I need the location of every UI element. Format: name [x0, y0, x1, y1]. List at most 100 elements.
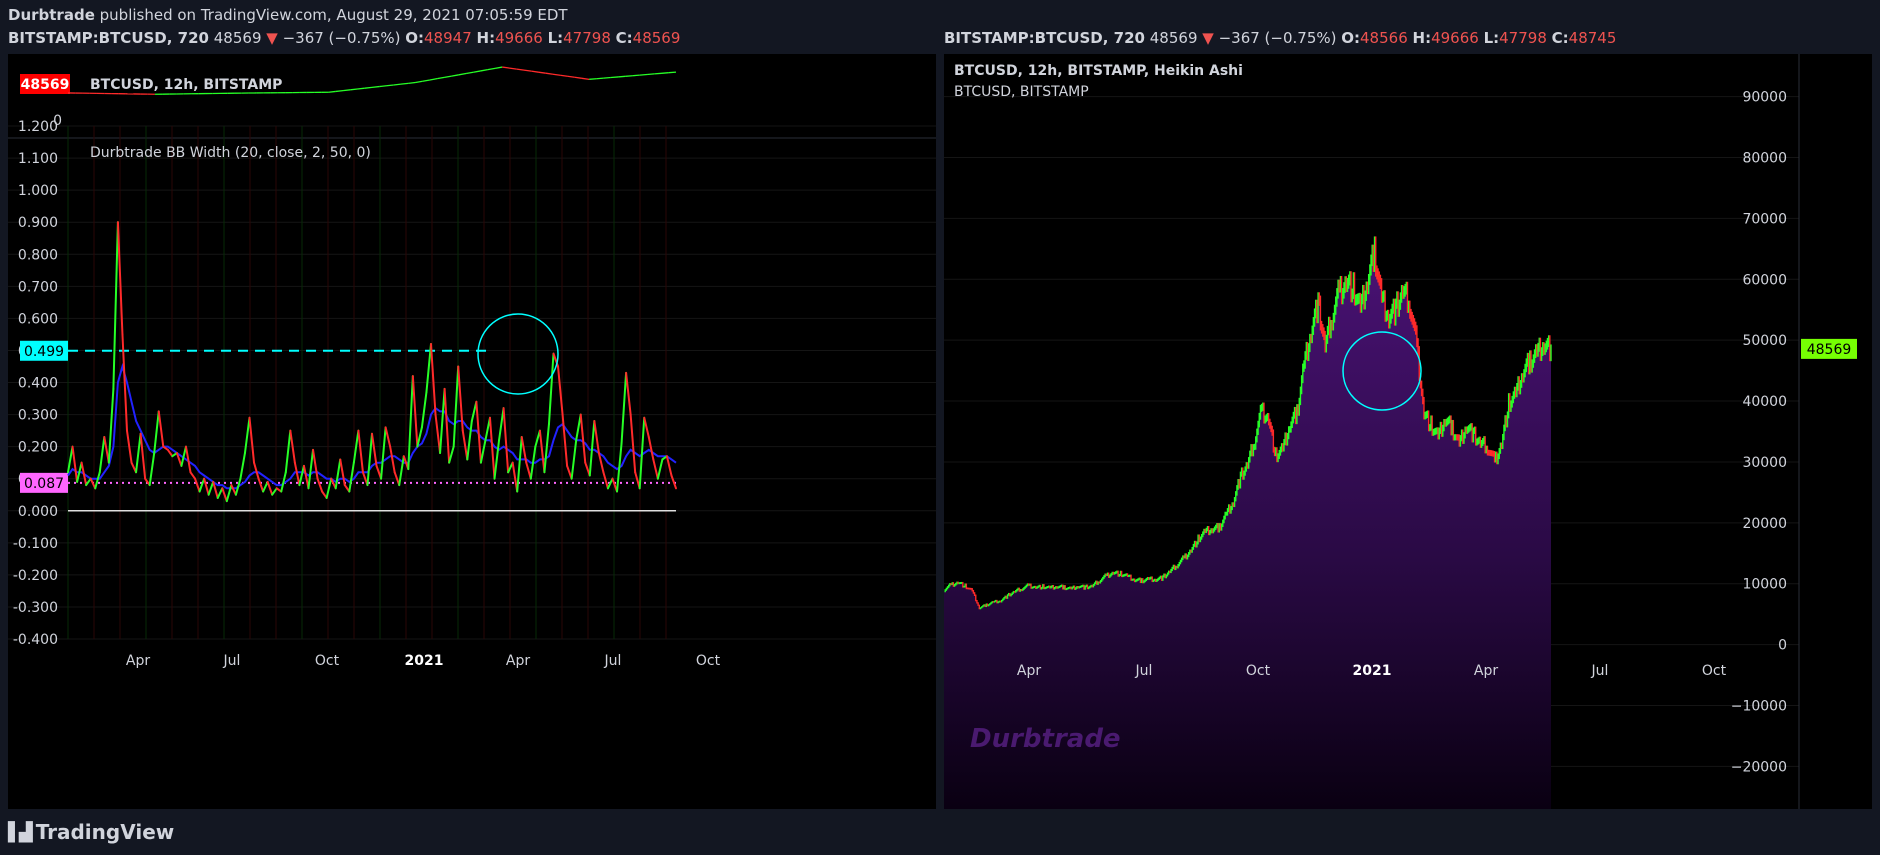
mini-price-segment [610, 76, 619, 79]
y-tick-label: 20000 [1742, 516, 1787, 532]
mini-price-segment [408, 81, 416, 84]
bb-width-segment [570, 439, 578, 480]
y-tick-label: 0.000 [18, 504, 58, 520]
mini-price-segment [364, 86, 373, 89]
x-tick-label: Apr [506, 653, 530, 669]
bb-width-segment [439, 387, 446, 455]
mini-price-segment [516, 68, 525, 71]
bb-width-segment [575, 413, 582, 442]
right-price: 48569 [1149, 29, 1198, 47]
right-pane-title: BTCUSD, 12h, BITSTAMP, Heikin Ashi [954, 63, 1243, 79]
mini-price-segment [400, 82, 409, 85]
bb-width-segment [366, 432, 373, 487]
bb-width-segment [257, 477, 265, 493]
tradingview-brand: TradingView [35, 820, 175, 844]
bb-width-segment [262, 480, 269, 493]
publish-info: Durbtrade published on TradingView.com, … [8, 6, 568, 24]
mini-price-segment [422, 79, 431, 82]
mini-price-segment [552, 73, 561, 76]
y-tick-label: -0.300 [13, 600, 58, 616]
tradingview-logo[interactable]: ▌▟ TradingView [8, 820, 174, 844]
publisher-name[interactable]: Durbtrade [8, 6, 95, 24]
mini-price-segment [342, 89, 351, 92]
x-tick-label: 2021 [405, 653, 444, 669]
mini-price-segment [603, 76, 611, 79]
x-tick-label: Oct [1246, 663, 1271, 679]
mini-price-segment [465, 71, 474, 75]
mini-price-segment [379, 85, 387, 88]
right-change: −367 (−0.75%) [1218, 29, 1337, 47]
mini-price-segment [523, 69, 532, 72]
y-tick-label: 0.300 [18, 408, 58, 424]
price-tag-label: 48569 [1807, 342, 1852, 358]
bb-width-segment [198, 477, 206, 493]
mini-price-segment [473, 70, 481, 73]
mini-price-segment [458, 72, 467, 76]
bb-width-segment [239, 452, 246, 480]
mini-price-segment [581, 77, 590, 80]
right-chart-panel[interactable]: BTCUSD, 12h, BITSTAMP, Heikin Ashi BTCUS… [944, 54, 1872, 809]
mini-price-segment [350, 88, 358, 91]
mini-price-segment [494, 66, 503, 69]
mini-price-segment [545, 72, 554, 75]
close-label: C: [615, 29, 633, 47]
low-label: L: [547, 29, 564, 47]
bb-width-segment [511, 461, 519, 493]
bb-width-segment [443, 387, 451, 464]
y-tick-label: 0.600 [18, 311, 58, 327]
x-tick-label: Jul [1135, 663, 1153, 679]
mini-price-segment [560, 74, 568, 77]
right-close: 48745 [1568, 29, 1617, 47]
bb-width-segment [89, 477, 97, 490]
left-chart-panel[interactable]: 48569 BTCUSD, 12h, BITSTAMP 0 1.200 1.100… [8, 54, 936, 809]
bb-width-segment [380, 426, 387, 480]
left-chart-svg[interactable]: 48569 BTCUSD, 12h, BITSTAMP 0 1.2001.100… [8, 54, 936, 809]
right-chart-svg[interactable]: BTCUSD, 12h, BITSTAMP, Heikin Ashi BTCUS… [944, 54, 1872, 809]
mini-price-segment [393, 83, 402, 86]
indicator-title: Durbtrade BB Width (20, close, 2, 50, 0) [90, 145, 371, 161]
bb-width-segment [620, 371, 628, 445]
bb-width-segment [189, 471, 197, 480]
x-tick-label: Jul [1591, 663, 1609, 679]
bb-width-segment [652, 458, 659, 480]
left-price: 48569 [213, 29, 262, 47]
bb-width-segment [488, 416, 496, 480]
bb-width-segment [207, 480, 215, 496]
bb-width-segment [625, 371, 632, 416]
mini-price-segment [487, 67, 496, 71]
mini-price-segment [668, 71, 677, 74]
y-tick-label: 80000 [1742, 151, 1787, 167]
y-tick-label: 0.200 [18, 440, 58, 456]
y-tick-label: 10000 [1742, 577, 1787, 593]
bb-width-segment [266, 480, 274, 496]
mini-price-segment [596, 77, 604, 80]
y-tick-label: 1.200 [18, 119, 58, 135]
close-label: C: [1551, 29, 1569, 47]
left-high: 49666 [495, 29, 543, 47]
mini-price-segment [386, 84, 394, 87]
bb-width-segment [643, 416, 650, 439]
left-open: 48947 [424, 29, 472, 47]
bb-width-segment [194, 477, 201, 493]
right-low: 47798 [1499, 29, 1547, 47]
mini-price-label: 48569 [21, 77, 70, 93]
bb-width-segment [371, 432, 378, 467]
mini-price-segment [444, 75, 452, 79]
x-tick-label: Oct [1702, 663, 1727, 679]
y-tick-label: 30000 [1742, 455, 1787, 471]
bb-width-segment [348, 461, 355, 493]
bb-width-segment [502, 407, 510, 474]
bb-width-segment [538, 429, 546, 474]
bb-width-segment [307, 448, 315, 490]
y-tick-label: 40000 [1742, 394, 1787, 410]
bb-width-segment [479, 439, 487, 464]
bb-width-segment [498, 407, 505, 442]
mini-price-segment [574, 76, 582, 79]
mini-pane-title: BTCUSD, 12h, BITSTAMP [90, 77, 282, 93]
x-tick-label: Apr [1017, 663, 1041, 679]
y-tick-label: −10000 [1731, 698, 1787, 714]
bb-width-segment [448, 445, 455, 464]
bb-width-segment [656, 458, 664, 480]
down-arrow-icon: ▼ [1202, 29, 1214, 47]
bb-width-segment [157, 410, 165, 448]
